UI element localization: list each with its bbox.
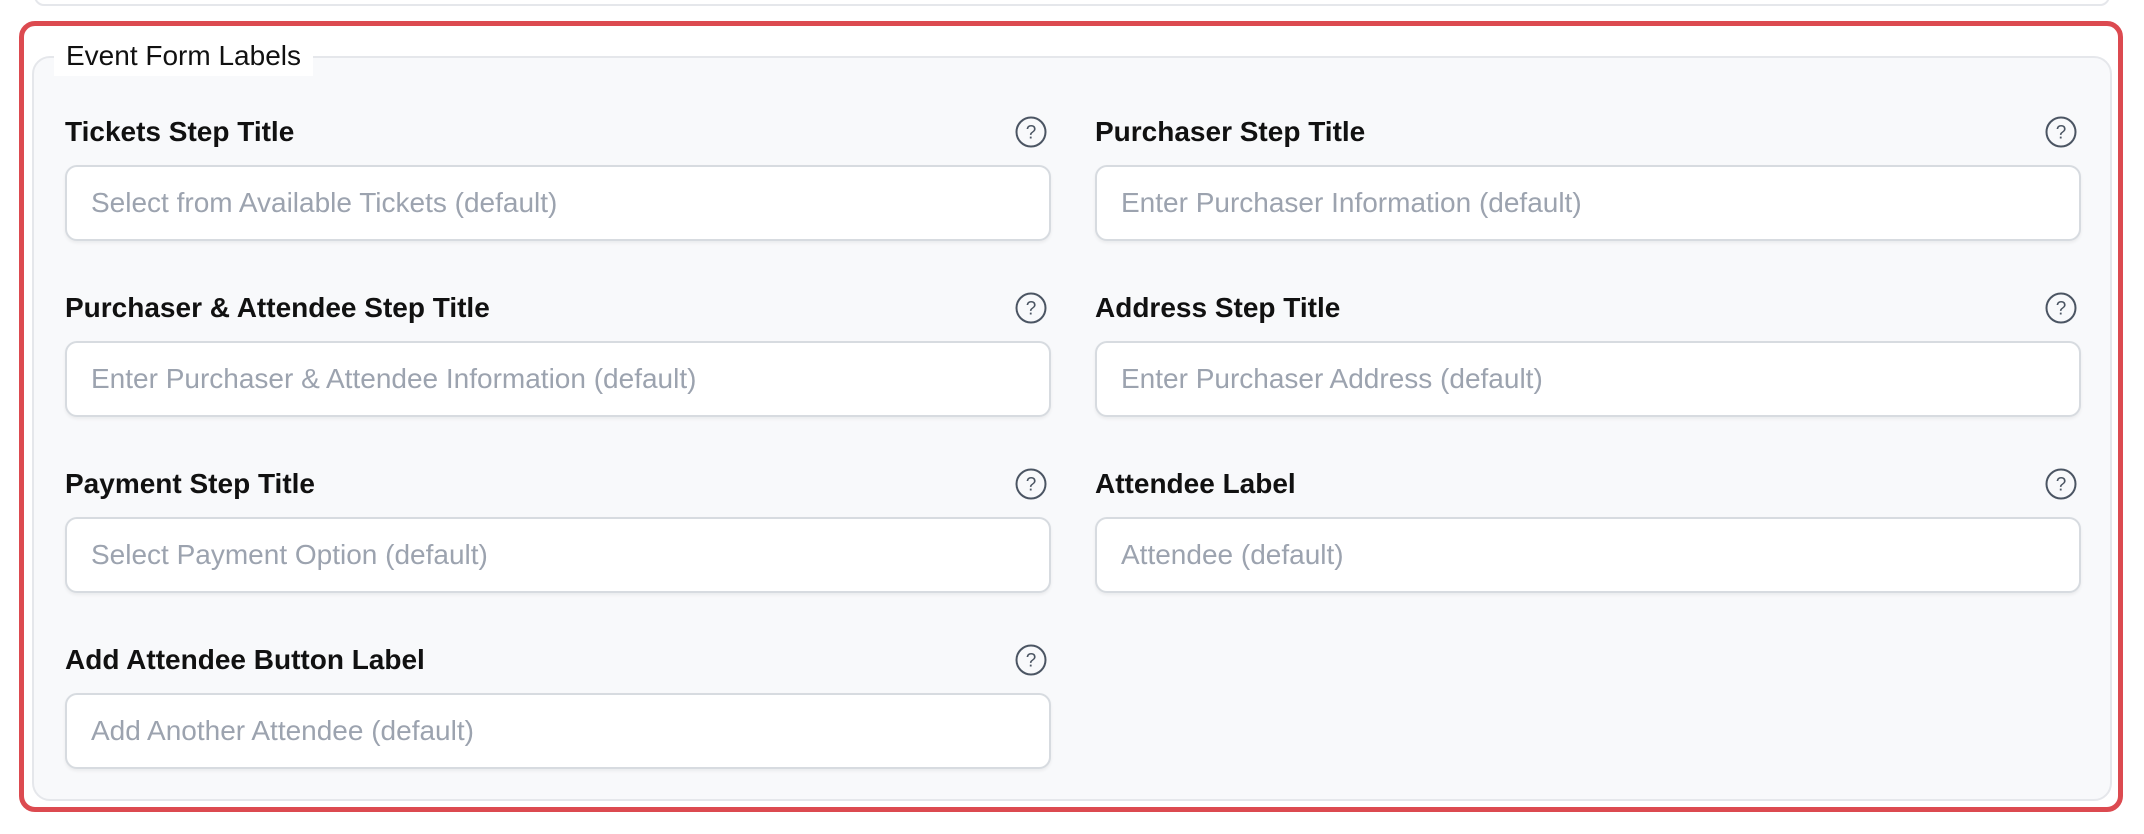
svg-text:?: ? <box>2056 475 2067 496</box>
svg-text:?: ? <box>1026 123 1037 144</box>
svg-text:?: ? <box>2056 299 2067 320</box>
help-circle-icon[interactable]: ? <box>1015 468 1047 500</box>
help-circle-icon[interactable]: ? <box>2045 468 2077 500</box>
help-circle-icon[interactable]: ? <box>2045 116 2077 148</box>
field-label: Tickets Step Title <box>65 116 295 147</box>
attendee-label-input[interactable] <box>1095 517 2081 593</box>
svg-text:?: ? <box>1026 651 1037 672</box>
address-step-title-input[interactable] <box>1095 341 2081 417</box>
svg-text:?: ? <box>1026 299 1037 320</box>
add-attendee-button-label-input[interactable] <box>65 693 1051 769</box>
help-circle-icon[interactable]: ? <box>2045 292 2077 324</box>
field-label: Attendee Label <box>1095 468 1296 499</box>
tickets-step-title-input[interactable] <box>65 165 1051 241</box>
section-title: Event Form Labels <box>54 36 313 76</box>
payment-step-title-input[interactable] <box>65 517 1051 593</box>
purchaser-attendee-step-title-input[interactable] <box>65 341 1051 417</box>
field-label: Payment Step Title <box>65 468 316 499</box>
svg-text:?: ? <box>1026 475 1037 496</box>
field-label: Purchaser & Attendee Step Title <box>65 292 490 323</box>
help-circle-icon[interactable]: ? <box>1015 644 1047 676</box>
help-circle-icon[interactable]: ? <box>1015 116 1047 148</box>
svg-text:?: ? <box>2056 123 2067 144</box>
previous-section-edge <box>34 0 2110 6</box>
field-label: Purchaser Step Title <box>1095 116 1366 147</box>
field-label: Address Step Title <box>1095 292 1341 323</box>
field-label: Add Attendee Button Label <box>65 644 425 675</box>
purchaser-step-title-input[interactable] <box>1095 165 2081 241</box>
help-circle-icon[interactable]: ? <box>1015 292 1047 324</box>
